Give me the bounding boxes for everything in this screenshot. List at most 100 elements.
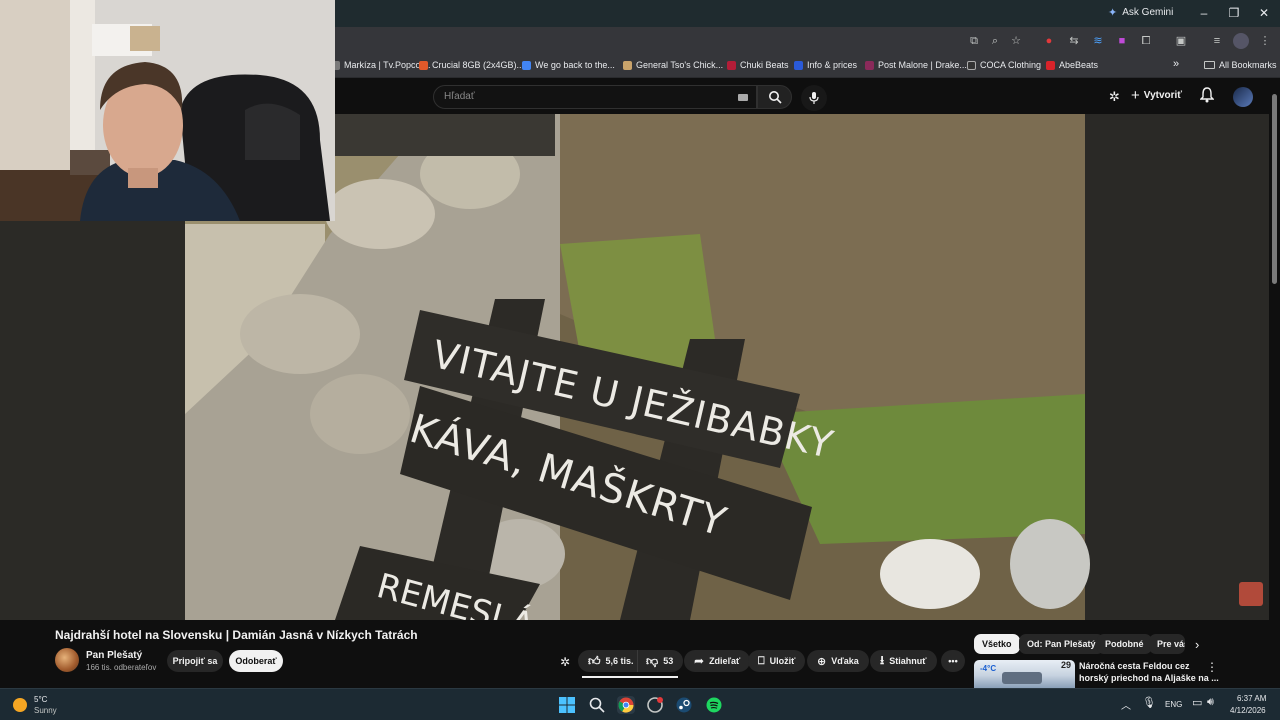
thumbnail-temperature-text: -4°C: [980, 664, 997, 673]
bookmark-label: Markíza | Tv.Popcor...: [344, 60, 431, 70]
plus-icon: +: [1131, 87, 1140, 104]
bookmark-favicon-icon: [419, 60, 428, 70]
recommended-more-icon[interactable]: ⋮: [1206, 660, 1218, 674]
chrome-taskbar-icon[interactable]: [617, 696, 635, 714]
install-app-icon[interactable]: ⧉: [966, 33, 982, 49]
ask-gemini-label: Ask Gemini: [1122, 7, 1174, 18]
close-icon[interactable]: ✕: [1250, 3, 1278, 23]
bookmark-item[interactable]: General Tso's Chick...: [623, 60, 723, 70]
extension-gear-icon[interactable]: ✲: [1109, 89, 1120, 105]
scrollbar-thumb[interactable]: [1272, 94, 1277, 284]
weather-temp[interactable]: 5°C: [34, 695, 47, 704]
bookmark-item[interactable]: Post Malone | Drake...: [865, 60, 967, 70]
save-button[interactable]: ⎕ Uložiť: [748, 650, 806, 672]
like-count: 5,6 tis.: [605, 656, 634, 666]
chevron-right-icon[interactable]: ›: [1195, 637, 1199, 652]
app-taskbar-icon[interactable]: [646, 696, 664, 714]
clock-time[interactable]: 6:37 AM: [1237, 694, 1266, 703]
more-actions-button[interactable]: •••: [941, 650, 965, 672]
bookmark-item[interactable]: Chuki Beats: [727, 60, 789, 70]
create-label: Vytvoriť: [1143, 90, 1183, 101]
bookmark-item[interactable]: We go back to the...: [522, 60, 615, 70]
profile-avatar-icon[interactable]: [1233, 33, 1249, 49]
chip-from-channel[interactable]: Od: Pan Plešatý: [1019, 634, 1104, 654]
weather-sun-icon[interactable]: [13, 698, 27, 712]
bookmark-label: Info & prices: [807, 60, 858, 70]
zoom-icon[interactable]: ⌕: [987, 33, 1003, 49]
recommended-thumbnail[interactable]: -4°C 29: [974, 660, 1075, 688]
ai-sparkle-icon[interactable]: ✲: [560, 655, 570, 669]
page-scrollbar[interactable]: [1269, 78, 1280, 620]
recommended-title-line1[interactable]: Náročná cesta Feldou cez: [1079, 661, 1190, 671]
tray-chevron-up-icon[interactable]: ︿: [1121, 697, 1131, 712]
bookmark-label: AbeBeats: [1059, 60, 1099, 70]
bookmark-favicon-icon: [623, 60, 632, 70]
extension-record-icon[interactable]: ●: [1041, 33, 1057, 49]
chip-related[interactable]: Podobné: [1097, 634, 1152, 654]
account-avatar[interactable]: [1233, 87, 1253, 107]
share-arrow-icon: ➦: [694, 654, 705, 668]
keyboard-icon[interactable]: [738, 94, 748, 101]
channel-name[interactable]: Pan Plešatý: [86, 650, 142, 661]
thumbnail-vehicle: [1002, 672, 1042, 684]
tray-display-icon[interactable]: ▭: [1192, 696, 1202, 709]
channel-avatar[interactable]: [55, 648, 79, 672]
download-icon: ⭳: [880, 652, 885, 667]
thumbs-up-icon: 👍︎: [588, 653, 601, 668]
dislike-button[interactable]: 👎︎ 53: [637, 650, 684, 672]
subscribe-button[interactable]: Odoberať: [229, 650, 283, 672]
extensions-puzzle-icon[interactable]: ⧠: [1138, 33, 1154, 49]
chip-for-you[interactable]: Pre vás: [1149, 634, 1185, 654]
steam-taskbar-icon[interactable]: [675, 696, 693, 714]
webcam-image: [0, 0, 335, 221]
restore-icon[interactable]: ❐: [1220, 3, 1248, 23]
language-indicator[interactable]: ENG: [1165, 700, 1182, 709]
tray-mic-icon[interactable]: 🎙︎: [1142, 696, 1156, 709]
minimize-icon[interactable]: –: [1190, 3, 1218, 23]
chip-all[interactable]: Všetko: [974, 634, 1020, 654]
video-title: Najdrahší hotel na Slovensku | Damián Ja…: [55, 628, 418, 642]
ask-gemini-button[interactable]: ✦ Ask Gemini: [1108, 6, 1173, 19]
bookmark-label: We go back to the...: [535, 60, 615, 70]
video-info-panel: Najdrahší hotel na Slovensku | Damián Ja…: [0, 620, 1280, 688]
bookmark-label: COCA Clothing: [980, 60, 1042, 70]
notifications-bell-icon[interactable]: [1199, 87, 1215, 108]
recommended-title-line2[interactable]: horský priechod na Aljaške na ...: [1079, 673, 1219, 683]
create-button[interactable]: + Vytvoriť: [1131, 87, 1182, 104]
voice-search-button[interactable]: [801, 85, 827, 111]
channel-watermark-icon[interactable]: [1239, 582, 1263, 606]
search-button[interactable]: [757, 85, 792, 109]
bookmark-star-icon[interactable]: ☆: [1008, 33, 1024, 49]
tab-search-icon[interactable]: ▣: [1173, 33, 1189, 49]
extension-purple-icon[interactable]: ■: [1114, 33, 1130, 49]
clock-date[interactable]: 4/12/2026: [1230, 706, 1266, 715]
share-button[interactable]: ➦ Zdieľať: [684, 650, 751, 672]
spotify-taskbar-icon[interactable]: [705, 696, 723, 714]
like-progress-bar: [582, 676, 678, 678]
bookmark-item[interactable]: AbeBeats: [1046, 60, 1098, 70]
download-button[interactable]: ⭳ Stiahnuť: [870, 650, 937, 672]
kebab-menu-icon[interactable]: ⋮: [1257, 33, 1273, 49]
bookmark-label: Crucial 8GB (2x4GB)...: [432, 60, 525, 70]
taskbar-search-icon[interactable]: [588, 696, 606, 714]
bookmark-label: Chuki Beats: [740, 60, 789, 70]
search-input[interactable]: Hľadať: [433, 85, 757, 109]
bookmark-item[interactable]: COCA Clothing: [967, 60, 1041, 70]
reading-list-icon[interactable]: ≡: [1209, 33, 1225, 49]
bookmark-favicon-icon: [794, 60, 803, 70]
extension-icon[interactable]: ⇆: [1066, 33, 1082, 49]
bookmark-item[interactable]: Crucial 8GB (2x4GB)...: [419, 60, 524, 70]
bookmark-item[interactable]: Markíza | Tv.Popcor...: [331, 60, 431, 70]
webcam-overlay: [0, 0, 335, 221]
tray-volume-icon[interactable]: 🔊︎: [1207, 696, 1214, 709]
more-bookmarks-button[interactable]: »: [1173, 58, 1179, 70]
bookmark-item[interactable]: Info & prices: [794, 60, 857, 70]
extension-wave-icon[interactable]: ≋: [1090, 33, 1106, 49]
thanks-button[interactable]: ⊕ Vďaka: [807, 650, 869, 672]
join-button[interactable]: Pripojiť sa: [167, 650, 223, 672]
windows-start-icon[interactable]: [558, 696, 576, 714]
bookmark-favicon-icon: [865, 60, 874, 70]
like-button[interactable]: 👍︎ 5,6 tis.: [578, 650, 642, 672]
download-label: Stiahnuť: [889, 656, 927, 666]
all-bookmarks-button[interactable]: All Bookmarks: [1204, 60, 1277, 70]
